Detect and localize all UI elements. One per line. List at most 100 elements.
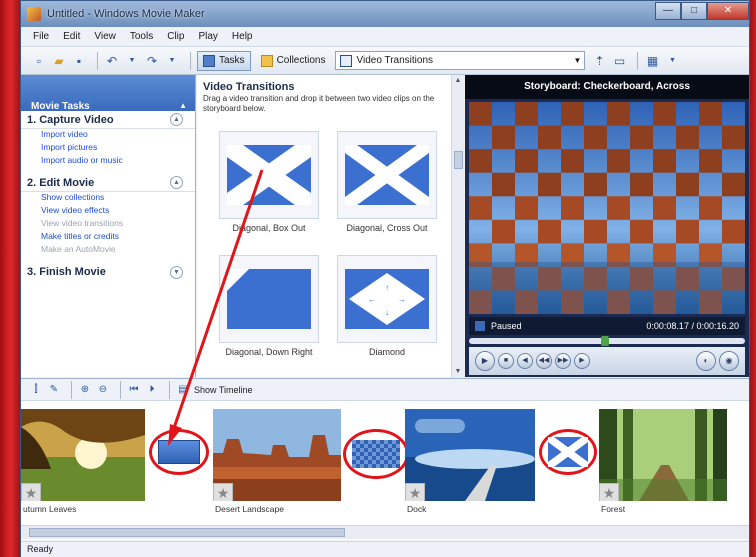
link-view-video-effects[interactable]: View video effects bbox=[21, 205, 195, 218]
redo-icon[interactable]: ↷ bbox=[144, 53, 160, 69]
maximize-button[interactable]: □ bbox=[681, 2, 707, 20]
collection-select[interactable]: Video Transitions ▼ bbox=[335, 51, 586, 70]
checkerboard-tile bbox=[515, 196, 538, 220]
checkerboard-tile bbox=[515, 149, 538, 173]
collections-folder-icon bbox=[260, 54, 273, 67]
diagonal-cross-icon bbox=[548, 437, 588, 467]
toolbar-separator bbox=[97, 51, 98, 70]
transition-diamond[interactable]: ↑ ↓ ← → Diamond bbox=[331, 255, 443, 365]
transition-diagonal-down-right[interactable]: Diagonal, Down Right bbox=[213, 255, 325, 365]
movie-tasks-header[interactable]: Movie Tasks ▲ bbox=[21, 75, 195, 112]
narrate-timeline-icon[interactable]: ✎ bbox=[47, 383, 61, 397]
next-frame-button[interactable]: ▶ bbox=[574, 353, 590, 369]
set-audio-levels-icon[interactable]: ⫿ bbox=[29, 383, 43, 397]
storyboard-horizontal-scrollbar[interactable] bbox=[21, 525, 749, 539]
star-icon: ★ bbox=[213, 483, 233, 501]
redo-dropdown-icon[interactable]: ▼ bbox=[164, 53, 180, 69]
menu-view[interactable]: View bbox=[94, 31, 116, 42]
menu-help[interactable]: Help bbox=[232, 31, 253, 42]
seek-bar[interactable] bbox=[469, 336, 745, 346]
open-project-icon[interactable]: ▰ bbox=[51, 53, 67, 69]
menu-clip[interactable]: Clip bbox=[167, 31, 184, 42]
stop-button[interactable]: ■ bbox=[498, 353, 514, 369]
rewind-button[interactable]: ◀◀ bbox=[536, 353, 552, 369]
scroll-thumb[interactable] bbox=[454, 151, 463, 169]
collapse-chevron-icon[interactable]: ▲ bbox=[170, 176, 183, 189]
link-import-audio[interactable]: Import audio or music bbox=[21, 155, 195, 168]
checkerboard-tile bbox=[607, 149, 630, 173]
transition-diagonal-cross-out[interactable]: Diagonal, Cross Out bbox=[331, 131, 443, 241]
window-controls: — □ ✕ bbox=[655, 2, 749, 20]
clip-dock[interactable]: ★ Dock bbox=[405, 409, 535, 514]
transition-label: Diagonal, Cross Out bbox=[346, 223, 428, 233]
checkerboard-tile bbox=[676, 172, 699, 197]
transition-cell-3[interactable] bbox=[539, 429, 597, 475]
scroll-thumb[interactable] bbox=[29, 528, 345, 537]
link-show-collections[interactable]: Show collections bbox=[21, 192, 195, 205]
tasks-button[interactable]: Tasks bbox=[197, 50, 251, 71]
clip-forest[interactable]: ★ Forest bbox=[599, 409, 727, 514]
rewind-storyboard-icon[interactable]: ⏮ bbox=[127, 383, 141, 397]
fast-forward-button[interactable]: ▶▶ bbox=[555, 353, 571, 369]
transitions-content-pane: Video Transitions Drag a video transitio… bbox=[197, 75, 464, 377]
section-finish-movie[interactable]: 3. Finish Movie ▼ bbox=[21, 263, 195, 281]
menu-file[interactable]: File bbox=[33, 31, 49, 42]
clip-thumbnail: ★ bbox=[405, 409, 535, 501]
transition-label: Diagonal, Box Out bbox=[232, 223, 306, 233]
link-import-pictures[interactable]: Import pictures bbox=[21, 142, 195, 155]
menu-tools[interactable]: Tools bbox=[130, 31, 153, 42]
svg-text:↓: ↓ bbox=[385, 308, 389, 317]
zoom-out-icon[interactable]: ⊖ bbox=[96, 383, 110, 397]
preview-status-bar: Paused 0:00:08.17 / 0:00:16.20 bbox=[469, 317, 745, 335]
scroll-up-icon[interactable]: ▲ bbox=[452, 77, 464, 84]
new-project-icon[interactable]: ▫ bbox=[31, 53, 47, 69]
views-icon[interactable]: ▦ bbox=[644, 53, 660, 69]
checkerboard-tile bbox=[469, 102, 492, 126]
undo-dropdown-icon[interactable]: ▼ bbox=[124, 53, 140, 69]
clip-autumn-leaves[interactable]: ★ utumn Leaves bbox=[21, 409, 145, 514]
checkerboard-tile bbox=[492, 219, 515, 244]
section-capture-video[interactable]: 1. Capture Video ▲ bbox=[21, 111, 195, 129]
save-project-icon[interactable]: ▪ bbox=[71, 53, 87, 69]
star-icon: ★ bbox=[21, 483, 41, 501]
diagonal-cross-out-icon bbox=[345, 145, 429, 205]
transitions-collection-icon bbox=[340, 54, 353, 67]
transition-cell-1[interactable] bbox=[149, 429, 209, 475]
split-clip-button[interactable]: ◐ bbox=[696, 351, 716, 371]
menu-bar: File Edit View Tools Clip Play Help bbox=[21, 27, 749, 47]
timeline-icon[interactable]: ▤ bbox=[176, 383, 190, 397]
expand-chevron-icon[interactable]: ▼ bbox=[170, 265, 183, 279]
scroll-down-icon[interactable]: ▼ bbox=[452, 368, 464, 375]
chevron-down-icon: ▼ bbox=[573, 56, 582, 65]
views-dropdown-icon[interactable]: ▼ bbox=[664, 53, 680, 69]
checkerboard-transition-thumbnail bbox=[352, 440, 400, 468]
clip-desert-landscape[interactable]: ★ Desert Landscape bbox=[213, 409, 341, 514]
up-one-level-icon[interactable]: ⇡ bbox=[591, 53, 607, 69]
menu-play[interactable]: Play bbox=[198, 31, 217, 42]
collections-button[interactable]: Collections bbox=[255, 51, 332, 71]
transition-cell-2[interactable] bbox=[343, 429, 409, 479]
checkerboard-tile bbox=[653, 196, 676, 220]
menu-edit[interactable]: Edit bbox=[63, 31, 80, 42]
link-import-video[interactable]: Import video bbox=[21, 129, 195, 142]
zoom-in-icon[interactable]: ⊕ bbox=[78, 383, 92, 397]
content-vertical-scrollbar[interactable]: ▲ ▼ bbox=[451, 75, 464, 377]
show-timeline-button[interactable]: Show Timeline bbox=[194, 385, 253, 395]
link-make-titles[interactable]: Make titles or credits bbox=[21, 231, 195, 244]
seek-knob[interactable] bbox=[601, 336, 609, 346]
take-picture-button[interactable]: ◉ bbox=[719, 351, 739, 371]
collapse-chevron-icon[interactable]: ▲ bbox=[170, 113, 183, 126]
previous-frame-button[interactable]: ◀ bbox=[517, 353, 533, 369]
minimize-button[interactable]: — bbox=[655, 2, 681, 20]
play-button[interactable]: ▶ bbox=[475, 351, 495, 371]
transition-diagonal-box-out[interactable]: Diagonal, Box Out bbox=[213, 131, 325, 241]
new-collection-folder-icon[interactable]: ▭ bbox=[611, 53, 627, 69]
checkerboard-tile bbox=[722, 125, 745, 150]
checkerboard-tile bbox=[561, 196, 584, 220]
close-button[interactable]: ✕ bbox=[707, 2, 749, 20]
play-storyboard-icon[interactable]: ⏵ bbox=[145, 383, 159, 397]
checkerboard-tile bbox=[584, 125, 607, 150]
undo-icon[interactable]: ↶ bbox=[104, 53, 120, 69]
svg-text:→: → bbox=[398, 295, 406, 304]
section-edit-movie[interactable]: 2. Edit Movie ▲ bbox=[21, 174, 195, 192]
